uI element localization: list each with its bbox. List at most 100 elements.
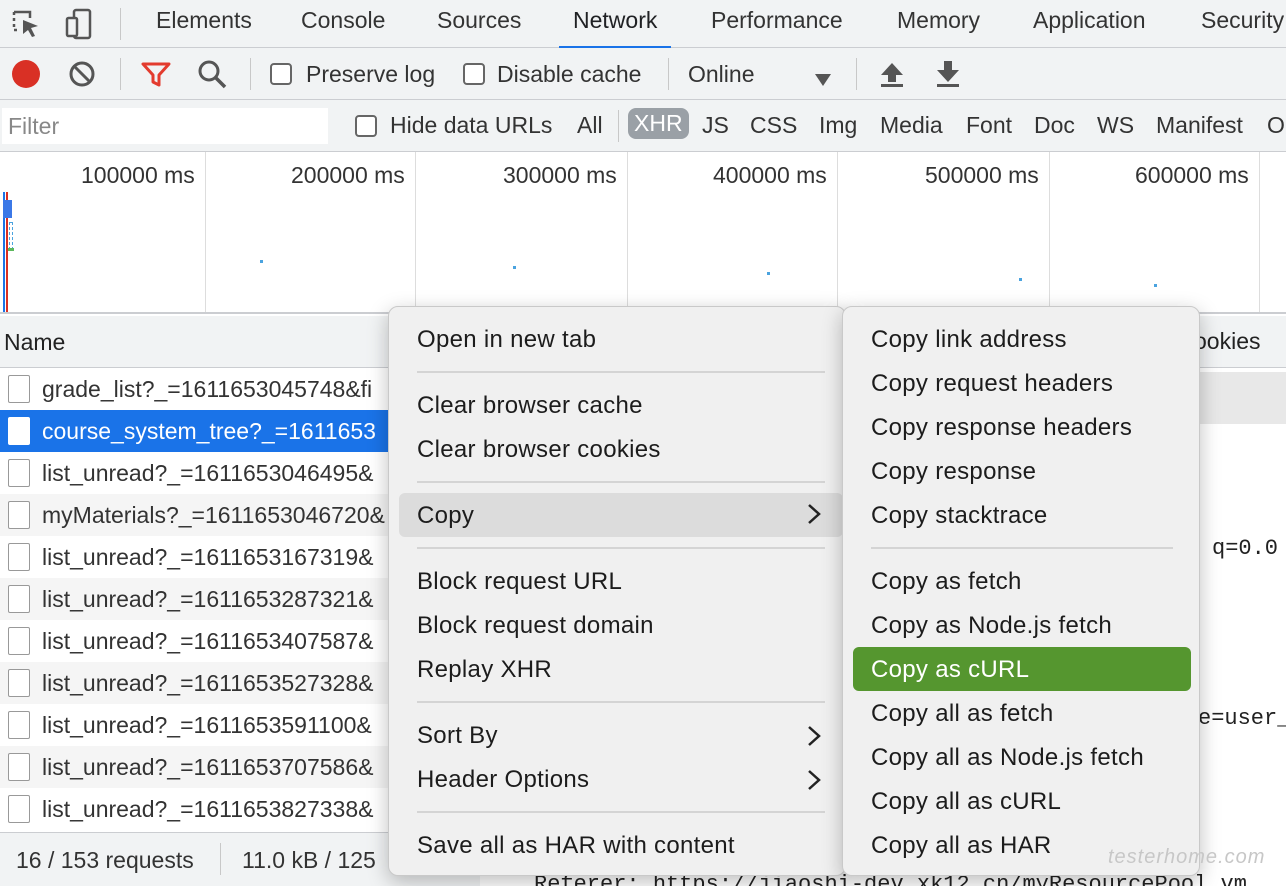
request-name: list_unread?_=1611653407587& — [42, 628, 374, 654]
menu-item-copy[interactable]: Copy — [417, 495, 827, 537]
overview-gridline — [205, 152, 206, 312]
menu-item-copy-request-headers[interactable]: Copy request headers — [871, 363, 1191, 405]
menu-item-copy-all-as-curl[interactable]: Copy all as cURL — [871, 781, 1191, 823]
filter-type-other[interactable]: O — [1267, 112, 1285, 139]
request-bar — [9, 222, 13, 250]
menu-item-copy-response-headers[interactable]: Copy response headers — [871, 407, 1191, 449]
disable-cache-label: Disable cache — [497, 61, 642, 87]
request-dot — [260, 260, 263, 263]
menu-item-clear-browser-cookies[interactable]: Clear browser cookies — [417, 429, 827, 471]
request-row[interactable]: list_unread?_=1611653827338& — [0, 788, 400, 830]
menu-item-save-all-as-har[interactable]: Save all as HAR with content — [417, 825, 827, 867]
hide-data-urls-checkbox[interactable] — [355, 115, 377, 137]
menu-item-copy-as-fetch[interactable]: Copy as fetch — [871, 561, 1191, 603]
filter-type-media[interactable]: Media — [880, 112, 943, 139]
menu-item-copy-all-as-fetch[interactable]: Copy all as fetch — [871, 693, 1191, 735]
overview-tick-label: 400000 ms — [713, 162, 827, 188]
tab-cookies[interactable]: ookies — [1194, 328, 1260, 355]
overview-tick-label: 200000 ms — [291, 162, 405, 188]
device-toolbar-icon[interactable] — [62, 6, 98, 42]
request-row[interactable]: list_unread?_=1611653407587& — [0, 620, 400, 662]
tab-network[interactable]: Network — [558, 0, 672, 49]
request-name: list_unread?_=1611653527328& — [42, 670, 374, 696]
request-row-selected[interactable]: course_system_tree?_=1611653 — [0, 410, 400, 452]
export-har-icon[interactable] — [934, 60, 962, 88]
request-name: list_unread?_=1611653046495& — [42, 460, 374, 486]
devtools-tab-bar: Elements Console Sources Network Perform… — [0, 0, 1286, 49]
request-row[interactable]: list_unread?_=1611653527328& — [0, 662, 400, 704]
menu-item-copy-as-curl[interactable]: Copy as cURL — [871, 649, 1191, 691]
name-column-header[interactable]: Name — [0, 316, 400, 368]
menu-item-copy-response[interactable]: Copy response — [871, 451, 1191, 493]
tab-performance[interactable]: Performance — [711, 0, 843, 48]
request-row[interactable]: list_unread?_=1611653167319& — [0, 536, 400, 578]
menu-item-header-options[interactable]: Header Options — [417, 759, 827, 801]
filter-icon[interactable] — [140, 60, 172, 88]
request-row[interactable]: grade_list?_=1611653045748&fi — [0, 368, 400, 410]
menu-item-copy-link-address[interactable]: Copy link address — [871, 319, 1191, 361]
tab-sources[interactable]: Sources — [437, 0, 521, 48]
menu-item-block-request-url[interactable]: Block request URL — [417, 561, 827, 603]
tab-security[interactable]: Security — [1201, 0, 1284, 48]
file-icon — [8, 459, 30, 487]
overview-gridline — [627, 152, 628, 312]
network-overview[interactable]: 100000 ms 200000 ms 300000 ms 400000 ms … — [0, 152, 1286, 314]
menu-item-copy-stacktrace[interactable]: Copy stacktrace — [871, 495, 1191, 537]
request-list: grade_list?_=1611653045748&fi course_sys… — [0, 368, 400, 830]
request-name: list_unread?_=1611653827338& — [42, 796, 374, 822]
import-har-icon[interactable] — [878, 60, 906, 88]
request-row[interactable]: list_unread?_=1611653046495& — [0, 452, 400, 494]
menu-item-open-in-new-tab[interactable]: Open in new tab — [417, 319, 827, 361]
menu-item-sort-by[interactable]: Sort By — [417, 715, 827, 757]
preserve-log-checkbox[interactable] — [270, 63, 292, 85]
menu-item-copy-all-as-nodejs-fetch[interactable]: Copy all as Node.js fetch — [871, 737, 1191, 779]
request-row[interactable]: list_unread?_=1611653287321& — [0, 578, 400, 620]
menu-item-clear-browser-cache[interactable]: Clear browser cache — [417, 385, 827, 427]
overview-gridline — [837, 152, 838, 312]
toolbar-separator — [250, 58, 251, 90]
filter-type-js[interactable]: JS — [702, 112, 729, 139]
disable-cache-checkbox[interactable] — [463, 63, 485, 85]
inspect-element-icon[interactable] — [8, 6, 44, 42]
filter-type-ws[interactable]: WS — [1097, 112, 1134, 139]
filter-type-xhr[interactable]: XHR — [628, 108, 689, 139]
tab-memory[interactable]: Memory — [897, 0, 980, 48]
tab-application[interactable]: Application — [1033, 0, 1146, 48]
tab-console[interactable]: Console — [301, 0, 385, 48]
record-button[interactable] — [12, 60, 40, 88]
throttling-select[interactable]: Online — [688, 61, 754, 88]
menu-item-replay-xhr[interactable]: Replay XHR — [417, 649, 827, 691]
clear-icon[interactable] — [68, 60, 96, 88]
filter-type-all[interactable]: All — [577, 112, 603, 139]
filter-type-css[interactable]: CSS — [750, 112, 797, 139]
copy-submenu: Copy link address Copy request headers C… — [842, 306, 1200, 876]
menu-separator — [417, 481, 825, 483]
network-toolbar: Preserve log Disable cache Online — [0, 48, 1286, 100]
menu-separator — [417, 701, 825, 703]
filter-input[interactable] — [2, 108, 328, 144]
file-icon — [8, 753, 30, 781]
request-name: list_unread?_=1611653167319& — [42, 544, 374, 570]
request-row[interactable]: list_unread?_=1611653707586& — [0, 746, 400, 788]
request-row[interactable]: list_unread?_=1611653591100& — [0, 704, 400, 746]
transferred-size: 11.0 kB / 125 — [242, 847, 376, 873]
file-icon — [8, 375, 30, 403]
tab-elements[interactable]: Elements — [156, 0, 252, 48]
menu-item-block-request-domain[interactable]: Block request domain — [417, 605, 827, 647]
overview-tick-label: 600000 ms — [1135, 162, 1249, 188]
chevron-down-icon[interactable] — [814, 66, 832, 93]
request-dot — [1154, 284, 1157, 287]
overview-gridline — [415, 152, 416, 312]
search-icon[interactable] — [196, 58, 228, 90]
filter-type-manifest[interactable]: Manifest — [1156, 112, 1243, 139]
request-name: list_unread?_=1611653287321& — [42, 586, 374, 612]
filter-type-img[interactable]: Img — [819, 112, 857, 139]
file-icon — [8, 501, 30, 529]
menu-item-copy-as-nodejs-fetch[interactable]: Copy as Node.js fetch — [871, 605, 1191, 647]
request-name: myMaterials?_=1611653046720& — [42, 502, 385, 528]
overview-tick-label: 300000 ms — [503, 162, 617, 188]
toolbar-separator — [668, 58, 669, 90]
filter-type-font[interactable]: Font — [966, 112, 1012, 139]
request-row[interactable]: myMaterials?_=1611653046720& — [0, 494, 400, 536]
filter-type-doc[interactable]: Doc — [1034, 112, 1075, 139]
